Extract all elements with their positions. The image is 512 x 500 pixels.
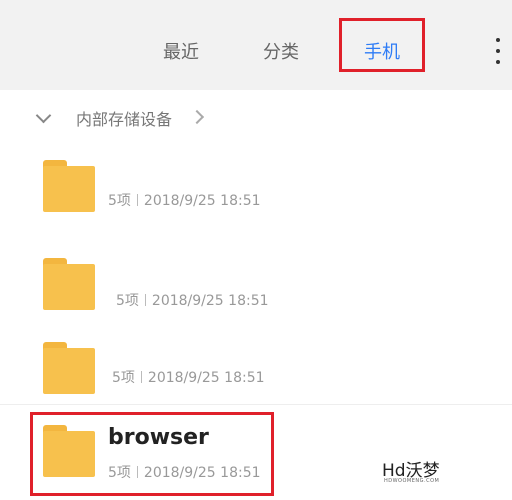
tab-bar: 最近 分类 手机	[0, 0, 512, 90]
folder-date: 2018/9/25 18:51	[143, 193, 261, 209]
folder-meta: 5项 2018/9/25 18:51	[116, 290, 269, 310]
folder-icon	[43, 258, 95, 310]
watermark-subtext: HDWOOMENG.COM	[384, 478, 440, 484]
folder-icon	[43, 342, 95, 394]
folder-date: 2018/9/25 18:51	[151, 293, 269, 309]
folder-item-count: 5项	[112, 370, 135, 386]
watermark-logo: Hd沃梦 HDWOOMENG.COM	[382, 456, 444, 492]
folder-date: 2018/9/25 18:51	[147, 370, 265, 386]
folder-item-count: 5项	[108, 193, 131, 209]
tab-highlight-box	[339, 18, 425, 72]
folder-meta: 5项 2018/9/25 18:51	[112, 367, 265, 387]
folder-item-count: 5项	[116, 293, 139, 309]
divider	[0, 404, 512, 405]
tab-recent[interactable]: 最近	[163, 38, 199, 64]
browser-highlight-box	[30, 412, 274, 496]
breadcrumb-storage[interactable]: 内部存储设备	[76, 106, 172, 130]
more-options-icon[interactable]	[493, 38, 503, 64]
tab-categories[interactable]: 分类	[263, 38, 299, 64]
folder-meta: 5项 2018/9/25 18:51	[108, 190, 261, 210]
folder-icon	[43, 160, 95, 212]
